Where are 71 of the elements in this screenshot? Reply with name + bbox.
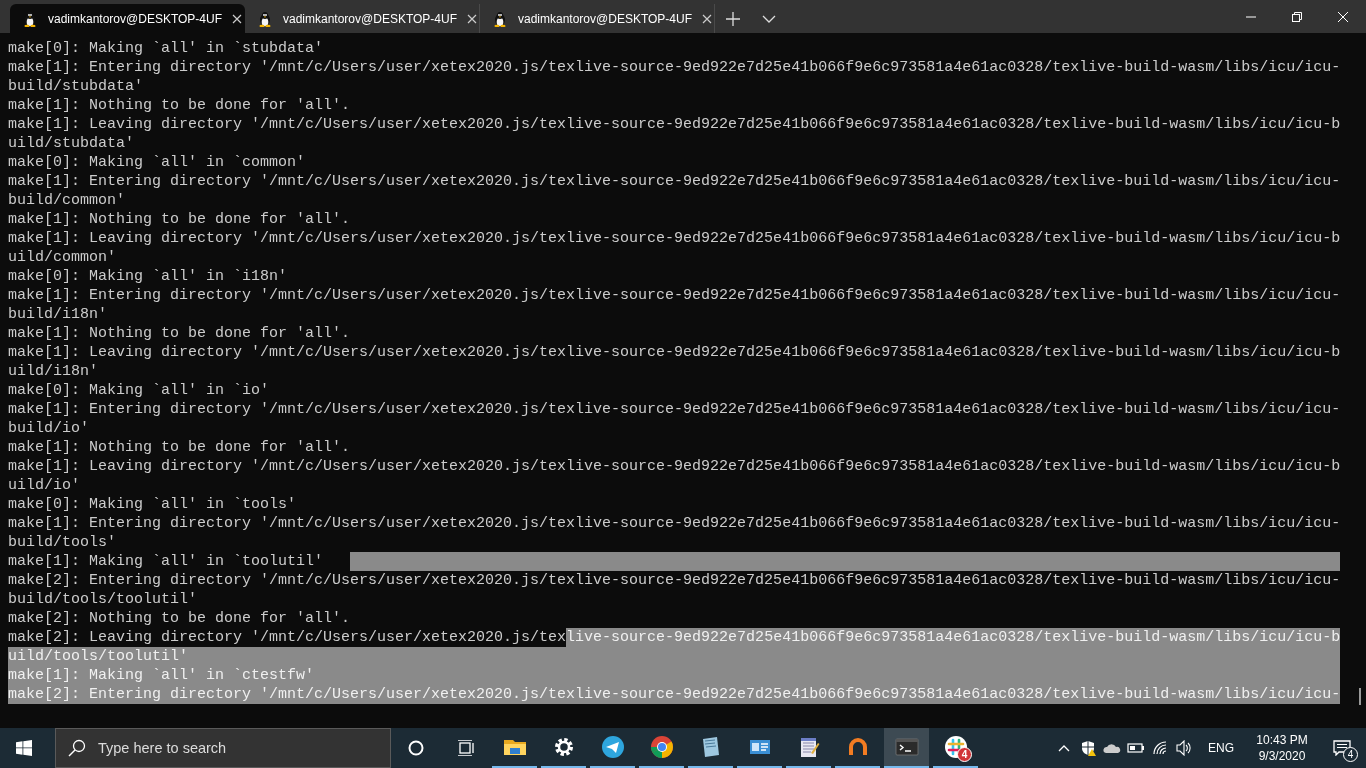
close-icon xyxy=(232,13,242,24)
cloud-icon xyxy=(1103,741,1121,755)
terminal-line: make[2]: Leaving directory '/mnt/c/Users/user/xetex2020.js/tex xyxy=(8,628,567,647)
terminal-line: uild/common' xyxy=(8,248,117,267)
chevron-down-icon xyxy=(762,14,776,23)
action-center-button[interactable]: 4 xyxy=(1322,728,1362,768)
penguin-icon xyxy=(257,10,273,27)
terminal-line: make[1]: Leaving directory '/mnt/c/Users/user/xetex2020.js/texlive-source-9ed922e7d25e41b066f9e6c973581a4e61ac0328/texlive-build-wasm/libs/icu/icu-b xyxy=(8,115,1341,134)
restore-icon xyxy=(1292,11,1302,22)
terminal-line: uild/stubdata' xyxy=(8,134,135,153)
tab-title: vadimkantorov@DESKTOP-4UF xyxy=(283,10,457,28)
terminal-line: make[1]: Nothing to be done for 'all'. xyxy=(8,210,351,229)
terminal-line: make[1]: Making `all' in `toolutil' xyxy=(8,552,324,571)
terminal-line: make[0]: Making `all' in `common' xyxy=(8,153,306,172)
terminal-line: make[1]: Entering directory '/mnt/c/Users/user/xetex2020.js/texlive-source-9ed922e7d25e41b066f9e6c973581a4e61ac0328/texlive-build-wasm/libs/icu/icu- xyxy=(8,172,1341,191)
message-icon xyxy=(1333,740,1351,756)
terminal-line: make[0]: Making `all' in `io' xyxy=(8,381,270,400)
terminal-line: make[1]: Entering directory '/mnt/c/Users/user/xetex2020.js/texlive-source-9ed922e7d25e41b066f9e6c973581a4e61ac0328/texlive-build-wasm/libs/icu/icu- xyxy=(8,400,1341,419)
terminal-line: make[1]: Entering directory '/mnt/c/Users/user/xetex2020.js/texlive-source-9ed922e7d25e41b066f9e6c973581a4e61ac0328/texlive-build-wasm/libs/icu/icu- xyxy=(8,514,1341,533)
selected-text: live-source-9ed922e7d25e41b066f9e6c973581a4e61ac0328/texlive-build-wasm/libs/icu/icu-b xyxy=(566,628,1341,647)
terminal-line: build/common' xyxy=(8,191,126,210)
speaker-icon xyxy=(1176,740,1192,756)
plus-icon xyxy=(726,11,740,26)
scrollbar-thumb[interactable] xyxy=(1359,688,1361,705)
terminal-line: build/tools/toolutil' xyxy=(8,590,198,609)
battery-icon xyxy=(1127,742,1145,754)
terminal-line: build/io' xyxy=(8,419,89,438)
terminal-line: make[1]: Nothing to be done for 'all'. xyxy=(8,438,351,457)
terminal-line: make[0]: Making `all' in `tools' xyxy=(8,495,297,514)
terminal-tab[interactable]: vadimkantorov@DESKTOP-4UF xyxy=(10,4,245,33)
terminal-line: build/stubdata' xyxy=(8,77,144,96)
terminal-line: make[0]: Making `all' in `i18n' xyxy=(8,267,288,286)
tab-title: vadimkantorov@DESKTOP-4UF xyxy=(48,10,222,28)
terminal-line: uild/i18n' xyxy=(8,362,98,381)
terminal-line: make[1]: Leaving directory '/mnt/c/Users/user/xetex2020.js/texlive-source-9ed922e7d25e41b066f9e6c973581a4e61ac0328/texlive-build-wasm/libs/icu/icu-b xyxy=(8,229,1341,248)
task-view-icon xyxy=(456,740,475,756)
search-icon xyxy=(68,739,86,757)
terminal-icon xyxy=(894,735,919,759)
clock-time[interactable]: 10:43 PM xyxy=(1256,732,1308,748)
notification-badge: 4 xyxy=(957,747,972,762)
search-field[interactable]: Type here to search xyxy=(55,728,391,768)
close-icon xyxy=(702,13,712,24)
circle-icon xyxy=(408,740,424,756)
terminal-line: make[1]: Nothing to be done for 'all'. xyxy=(8,324,351,343)
notification-count: 4 xyxy=(1343,747,1358,762)
wifi-icon xyxy=(1152,740,1168,756)
terminal-line: make[2]: Nothing to be done for 'all'. xyxy=(8,609,351,628)
paper-plane-icon xyxy=(600,735,625,759)
browser-icon xyxy=(649,735,674,759)
clock-date[interactable]: 9/3/2020 xyxy=(1258,748,1306,764)
terminal-line: make[1]: Entering directory '/mnt/c/Users/user/xetex2020.js/texlive-source-9ed922e7d25e41b066f9e6c973581a4e61ac0328/texlive-build-wasm/libs/icu/icu- xyxy=(8,286,1341,305)
terminal-line: make[2]: Entering directory '/mnt/c/Users/user/xetex2020.js/texlive-source-9ed922e7d25e41b066f9e6c973581a4e61ac0328/texlive-build-wasm/libs/icu/icu- xyxy=(8,571,1341,590)
terminal-line: make[1]: Leaving directory '/mnt/c/Users/user/xetex2020.js/texlive-source-9ed922e7d25e41b066f9e6c973581a4e61ac0328/texlive-build-wasm/libs/icu/icu-b xyxy=(8,457,1341,476)
terminal-line: make[1]: Leaving directory '/mnt/c/Users/user/xetex2020.js/texlive-source-9ed922e7d25e41b066f9e6c973581a4e61ac0328/texlive-build-wasm/libs/icu/icu-b xyxy=(8,343,1341,362)
terminal-line: make[1]: Entering directory '/mnt/c/Users/user/xetex2020.js/texlive-source-9ed922e7d25e41b066f9e6c973581a4e61ac0328/texlive-build-wasm/libs/icu/icu- xyxy=(8,58,1341,77)
terminal-line: make[1]: Nothing to be done for 'all'. xyxy=(8,96,351,115)
chevron-up-icon xyxy=(1058,743,1070,753)
taskbar-app-button[interactable]: 4 xyxy=(933,728,978,768)
close-icon xyxy=(467,13,477,24)
shield-warning-icon xyxy=(1080,740,1096,756)
penguin-icon xyxy=(492,10,508,27)
windows-logo-icon xyxy=(16,740,32,756)
terminal-line: uild/io' xyxy=(8,476,80,495)
terminal-line: make[0]: Making `all' in `stubdata' xyxy=(8,39,324,58)
penguin-icon xyxy=(22,10,38,27)
close-icon xyxy=(1338,11,1348,22)
terminal-line: build/i18n' xyxy=(8,305,108,324)
terminal-line: build/tools' xyxy=(8,533,117,552)
taskbar-app-button[interactable] xyxy=(884,728,929,768)
tab-title: vadimkantorov@DESKTOP-4UF xyxy=(518,10,692,28)
language-button[interactable]: ENG xyxy=(1202,728,1240,768)
